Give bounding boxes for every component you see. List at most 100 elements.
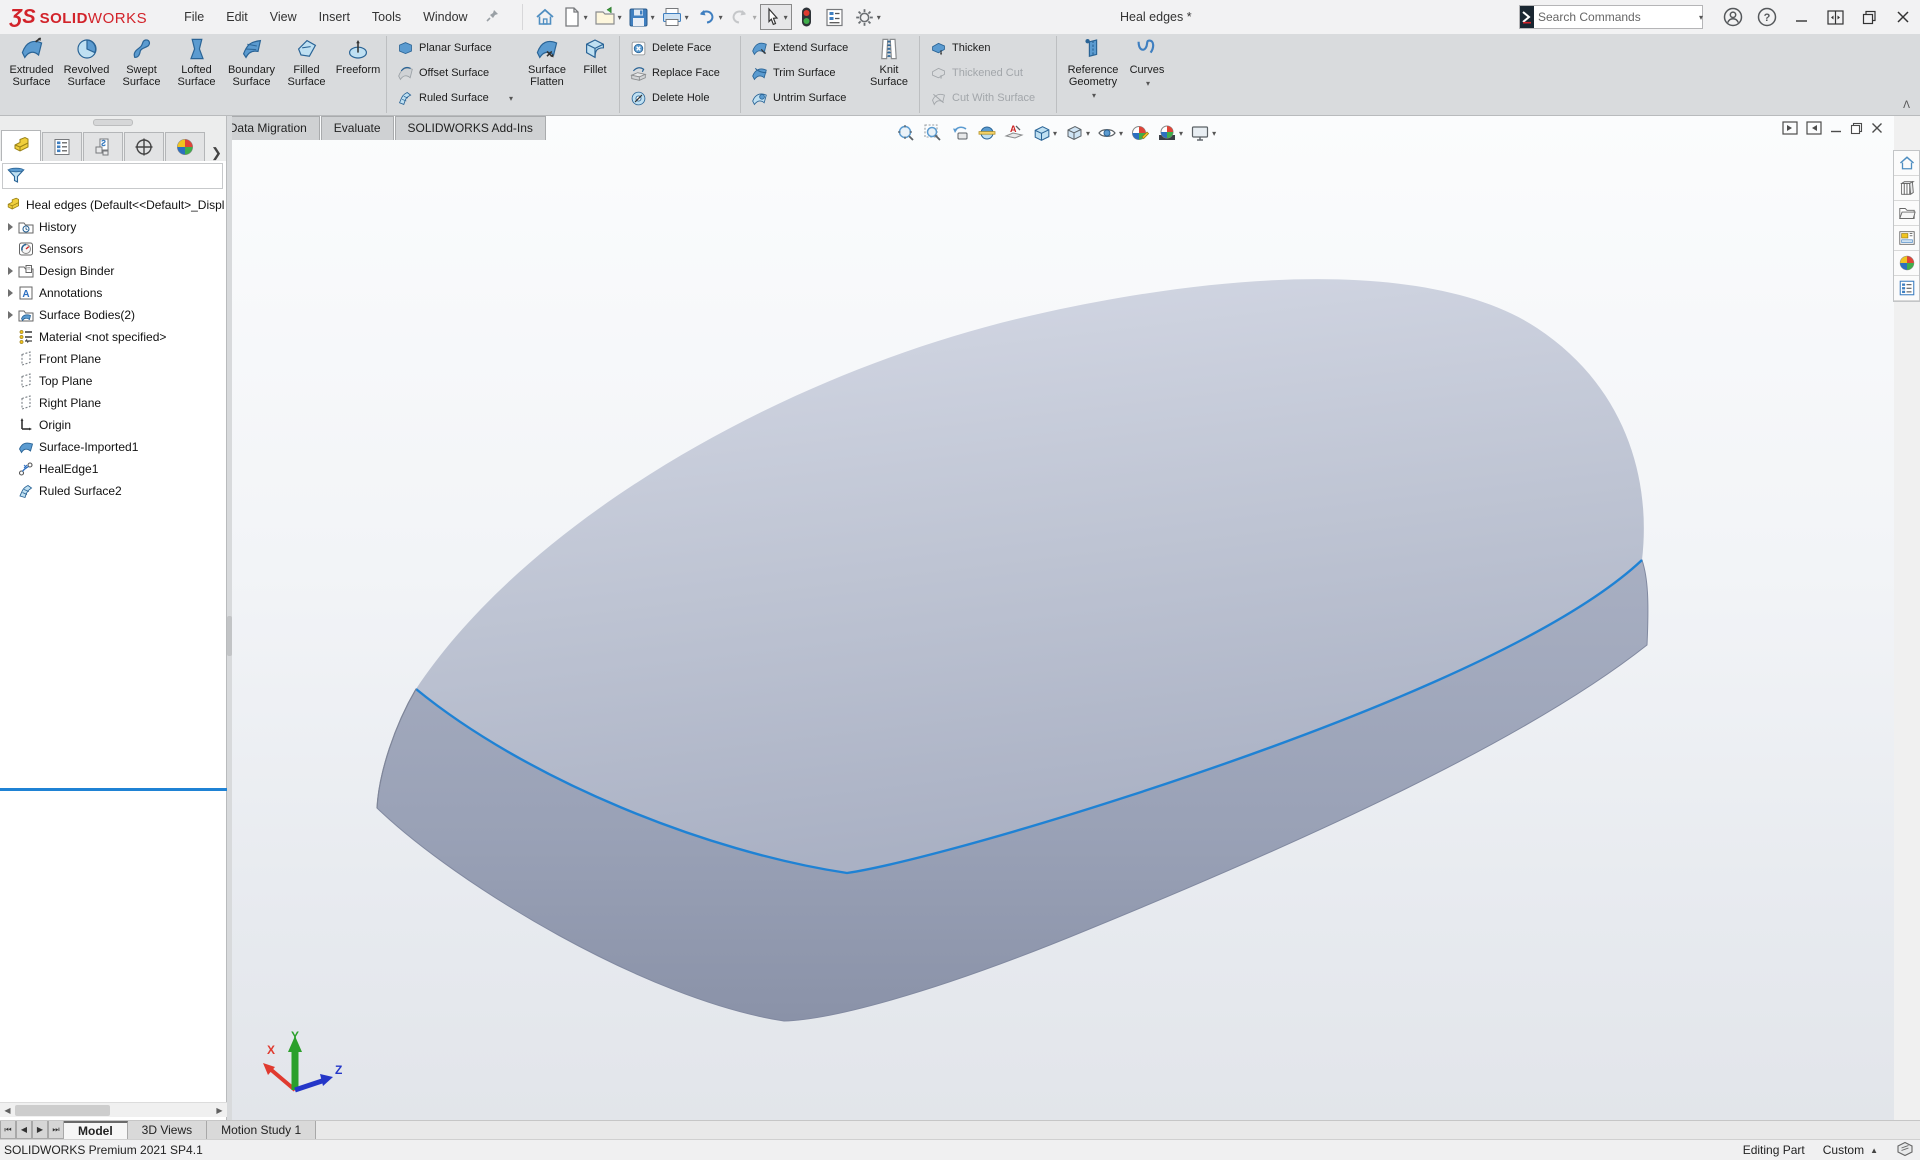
minimize-button[interactable] [1784, 0, 1818, 34]
options-button[interactable]: ▾ [852, 3, 883, 31]
panel-splitter[interactable] [227, 116, 232, 1120]
tree-item-surface-imported1[interactable]: Surface-Imported1 [0, 436, 226, 458]
revolved-surface-button[interactable]: Revolved Surface [59, 34, 114, 115]
tree-item-front-plane[interactable]: Front Plane [0, 348, 226, 370]
ruled-surface-button[interactable]: Ruled Surface ▾ [393, 89, 517, 107]
untrim-surface-button[interactable]: Untrim Surface [747, 89, 861, 107]
apply-scene-button[interactable]: ▾ [1155, 122, 1185, 144]
units-selector[interactable]: Custom ▲ [1823, 1143, 1878, 1157]
tags-icon[interactable] [1896, 1141, 1914, 1160]
design-library-icon[interactable] [1894, 176, 1919, 201]
freeform-button[interactable]: Freeform [334, 34, 382, 115]
doc-next-window-icon[interactable] [1806, 121, 1822, 135]
menu-view[interactable]: View [259, 0, 308, 34]
search-commands-input[interactable] [1534, 10, 1697, 24]
tree-item-design-binder[interactable]: Design Binder [0, 260, 226, 282]
restore-button[interactable] [1852, 0, 1886, 34]
open-caret-icon[interactable]: ▾ [618, 13, 622, 22]
search-commands-box[interactable]: ▾ [1519, 5, 1703, 29]
filled-surface-button[interactable]: Filled Surface [279, 34, 334, 115]
expander-icon[interactable] [3, 223, 17, 231]
tab-feature-manager[interactable] [1, 130, 41, 161]
select-tool-caret-icon[interactable]: ▾ [784, 13, 788, 22]
help-button[interactable]: ? [1750, 0, 1784, 34]
view-settings-caret-icon[interactable]: ▾ [1212, 129, 1216, 138]
tree-horizontal-scrollbar[interactable]: ◀ ▶ [0, 1102, 227, 1117]
reference-geometry-caret-icon[interactable]: ▾ [1092, 90, 1096, 102]
tab-solidworks-add-ins[interactable]: SOLIDWORKS Add-Ins [395, 116, 546, 140]
tree-filter-box[interactable] [2, 163, 223, 189]
tree-root-part[interactable]: Heal edges (Default<<Default>_Displ [0, 194, 226, 216]
close-button[interactable] [1886, 0, 1920, 34]
tree-item-origin[interactable]: Origin [0, 414, 226, 436]
menu-window[interactable]: Window [412, 0, 478, 34]
login-button[interactable] [1716, 0, 1750, 34]
print-caret-icon[interactable]: ▾ [685, 13, 689, 22]
view-orientation-button[interactable]: ▾ [1029, 122, 1059, 144]
model-3d[interactable] [227, 116, 1894, 1120]
lofted-surface-button[interactable]: Lofted Surface [169, 34, 224, 115]
display-style-caret-icon[interactable]: ▾ [1086, 129, 1090, 138]
custom-properties-icon[interactable] [1894, 276, 1919, 301]
tree-item-surface-bodies[interactable]: Surface Bodies(2) [0, 304, 226, 326]
tree-item-annotations[interactable]: A Annotations [0, 282, 226, 304]
ruled-surface-caret-icon[interactable]: ▾ [509, 94, 513, 103]
tab-property-manager[interactable] [42, 132, 82, 161]
tree-item-sensors[interactable]: Sensors [0, 238, 226, 260]
surface-flatten-button[interactable]: Surface Flatten [519, 34, 575, 115]
edit-appearance-button[interactable] [1128, 122, 1152, 144]
reference-geometry-button[interactable]: Reference Geometry ▾ [1061, 34, 1125, 115]
options-caret-icon[interactable]: ▾ [877, 13, 881, 22]
view-orientation-caret-icon[interactable]: ▾ [1053, 129, 1057, 138]
undo-button[interactable]: ▾ [693, 3, 725, 31]
menu-insert[interactable]: Insert [308, 0, 361, 34]
delete-face-button[interactable]: Delete Face [626, 39, 734, 57]
save-caret-icon[interactable]: ▾ [651, 13, 655, 22]
expander-icon[interactable] [3, 311, 17, 319]
tree-item-top-plane[interactable]: Top Plane [0, 370, 226, 392]
new-document-button[interactable]: ▾ [560, 3, 590, 31]
home-tab-icon[interactable] [1894, 151, 1919, 176]
section-view-button[interactable] [975, 122, 999, 144]
file-explorer-icon[interactable] [1894, 201, 1919, 226]
doc-previous-window-icon[interactable] [1782, 121, 1798, 135]
tree-tabs-expand-icon[interactable]: ❯ [211, 145, 222, 161]
appearances-icon[interactable] [1894, 251, 1919, 276]
delete-hole-button[interactable]: Delete Hole [626, 89, 734, 107]
panel-collapse-handle[interactable] [0, 116, 226, 129]
tab-configuration-manager[interactable] [83, 132, 123, 161]
display-style-button[interactable]: ▾ [1062, 122, 1092, 144]
tab-3d-views[interactable]: 3D Views [128, 1121, 207, 1139]
fillet-button[interactable]: Fillet [575, 34, 615, 115]
home-button[interactable] [532, 3, 558, 31]
view-palette-icon[interactable] [1894, 226, 1919, 251]
scrollbar-thumb[interactable] [15, 1105, 110, 1116]
tab-scroll-prev-button[interactable]: ◀ [16, 1121, 32, 1139]
window-layout-button[interactable] [1818, 0, 1852, 34]
knit-surface-button[interactable]: Knit Surface [863, 34, 915, 115]
planar-surface-button[interactable]: Planar Surface [393, 39, 517, 57]
scroll-left-icon[interactable]: ◀ [0, 1104, 15, 1117]
extruded-surface-button[interactable]: Extruded Surface [4, 34, 59, 115]
graphics-viewport[interactable]: X Y Z [227, 116, 1894, 1120]
select-tool-button[interactable]: ▾ [760, 4, 792, 30]
doc-close-icon[interactable] [1871, 122, 1883, 134]
print-button[interactable]: ▾ [659, 3, 691, 31]
zoom-to-fit-button[interactable] [894, 122, 918, 144]
previous-view-button[interactable] [948, 122, 972, 144]
tab-scroll-next-button[interactable]: ▶ [32, 1121, 48, 1139]
expander-icon[interactable] [3, 289, 17, 297]
pin-menu-icon[interactable] [485, 8, 500, 26]
swept-surface-button[interactable]: Swept Surface [114, 34, 169, 115]
curves-caret-icon[interactable]: ▾ [1146, 78, 1150, 90]
rebuild-button[interactable] [798, 3, 815, 31]
tree-item-ruled-surface2[interactable]: Ruled Surface2 [0, 480, 226, 502]
open-button[interactable]: ▾ [592, 3, 624, 31]
tab-dimxpert-manager[interactable] [124, 132, 164, 161]
annotation-views-button[interactable]: A [1002, 122, 1026, 144]
offset-surface-button[interactable]: Offset Surface [393, 64, 517, 82]
apply-scene-caret-icon[interactable]: ▾ [1179, 129, 1183, 138]
tree-item-right-plane[interactable]: Right Plane [0, 392, 226, 414]
tab-motion-study-1[interactable]: Motion Study 1 [207, 1121, 316, 1139]
search-caret-icon[interactable]: ▾ [1699, 13, 1703, 22]
